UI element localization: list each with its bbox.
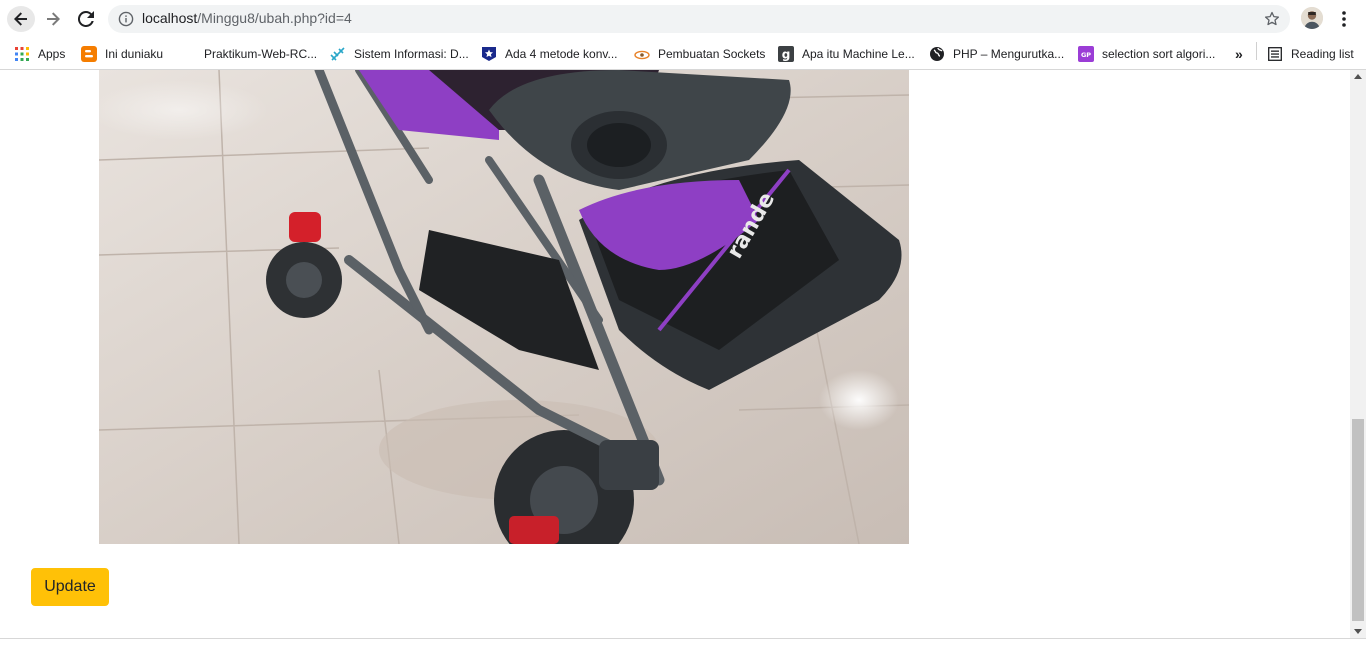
bookmark-label: Praktikum-Web-RC... [204, 47, 318, 61]
reload-button[interactable] [72, 6, 100, 32]
reading-list-button[interactable]: Reading list [1267, 43, 1354, 65]
bottom-edge [0, 638, 1366, 646]
bookmark-apps[interactable]: Apps [14, 43, 65, 65]
gp-icon: GP [1078, 46, 1094, 62]
arrow-right-icon [47, 12, 60, 26]
bookmarks-bar: Apps Ini duniaku Praktikum-Web-RC... Sis… [0, 38, 1366, 70]
bookmark-ini-duniaku[interactable]: Ini duniaku [81, 43, 163, 65]
back-button[interactable] [7, 6, 35, 32]
stroller-image: rande [99, 70, 909, 544]
bookmark-ada-4-metode[interactable]: Ada 4 metode konv... [481, 43, 618, 65]
url-path: /Minggu8/ubah.php?id=4 [197, 10, 352, 26]
svg-text:GP: GP [1081, 51, 1091, 59]
page-viewport: rande Update [0, 70, 1350, 638]
reading-list-label: Reading list [1291, 47, 1354, 61]
scroll-up-arrow-icon[interactable] [1354, 74, 1362, 79]
bookmark-label: selection sort algori... [1102, 47, 1216, 61]
info-icon[interactable] [118, 11, 134, 27]
bookmark-label: Ini duniaku [105, 47, 164, 61]
bookmark-sistem-informasi[interactable]: Sistem Informasi: D... [330, 43, 469, 65]
blogger-icon [81, 46, 97, 62]
bookmark-machine-learning[interactable]: g Apa itu Machine Le... [778, 43, 915, 65]
url-text[interactable]: localhost/Minggu8/ubah.php?id=4 [142, 10, 352, 26]
reading-list-icon [1267, 46, 1283, 62]
bookmarks-overflow-button[interactable]: » [1235, 43, 1243, 65]
bookmark-label: Sistem Informasi: D... [354, 47, 469, 61]
bookmark-label: PHP – Mengurutka... [953, 47, 1065, 61]
bookmark-php-mengurutkan[interactable]: PHP – Mengurutka... [929, 43, 1064, 65]
page-scrollbar[interactable] [1350, 70, 1366, 638]
g-letter-icon: g [778, 46, 794, 62]
bookmarks-divider [1256, 42, 1257, 60]
apps-grid-icon [14, 46, 30, 62]
bookmark-selection-sort[interactable]: GP selection sort algori... [1078, 43, 1215, 65]
product-photo: rande [99, 70, 909, 544]
browser-toolbar: localhost/Minggu8/ubah.php?id=4 [0, 0, 1366, 38]
bookmark-praktikum[interactable]: Praktikum-Web-RC... [180, 43, 317, 65]
bookmark-star-icon[interactable] [1264, 11, 1280, 27]
forward-button[interactable] [39, 6, 67, 32]
star-shield-icon [481, 46, 497, 62]
svg-text:g: g [782, 48, 791, 62]
bookmark-label: Apps [38, 47, 66, 61]
bookmark-label: Apa itu Machine Le... [802, 47, 915, 61]
profile-avatar[interactable] [1301, 7, 1323, 29]
update-button[interactable]: Update [31, 568, 109, 606]
url-host: localhost [142, 10, 198, 26]
kebab-menu-icon[interactable] [1336, 8, 1352, 30]
bookmark-label: Pembuatan Sockets [658, 47, 766, 61]
eye-icon [634, 46, 650, 62]
globe-icon [929, 46, 945, 62]
blank-page-icon [180, 46, 196, 62]
bookmark-pembuatan-sockets[interactable]: Pembuatan Sockets [634, 43, 765, 65]
profile-photo-icon [1301, 7, 1323, 29]
sparkle-icon [330, 46, 346, 62]
address-bar[interactable]: localhost/Minggu8/ubah.php?id=4 [108, 5, 1290, 33]
bookmark-label: Ada 4 metode konv... [505, 47, 618, 61]
reload-icon [78, 11, 94, 27]
scroll-thumb[interactable] [1352, 419, 1364, 621]
scroll-down-arrow-icon[interactable] [1354, 629, 1362, 634]
arrow-left-icon [14, 12, 27, 26]
overflow-chevron-icon: » [1235, 46, 1243, 62]
